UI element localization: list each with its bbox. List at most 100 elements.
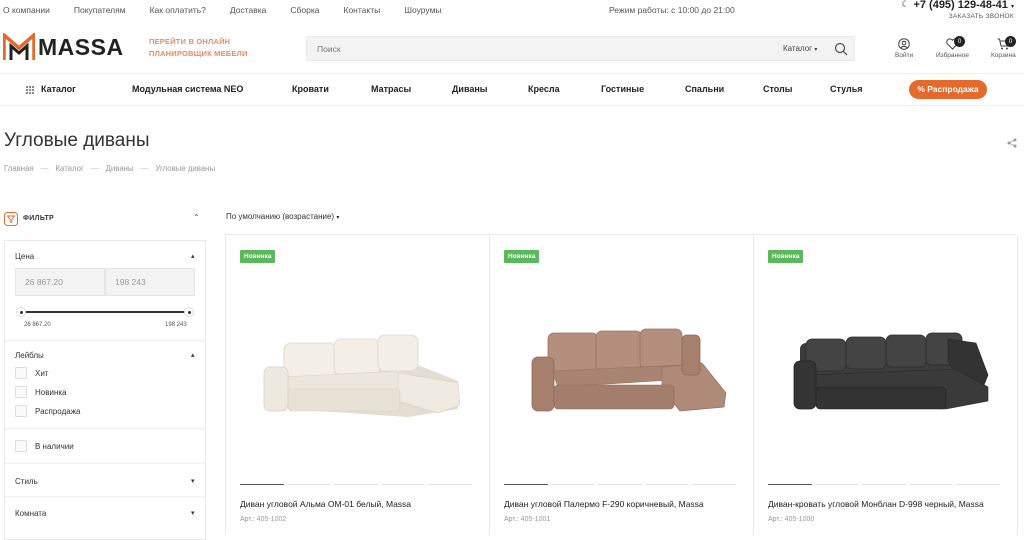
top-link-delivery[interactable]: Доставка <box>230 5 267 15</box>
top-links: О компании Покупателям Как оплатить? Дос… <box>3 5 466 15</box>
filter-label-sale[interactable]: Распродажа <box>15 405 81 417</box>
product-card[interactable]: Новинка Диван-кровать угловой Монблан D-… <box>754 235 1018 535</box>
breadcrumb-separator: — <box>90 164 99 173</box>
filter-label-new[interactable]: Новинка <box>15 386 67 398</box>
product-image[interactable] <box>248 305 468 435</box>
phone-block: ☾ +7 (495) 129-48-41 ▾ ЗАКАЗАТЬ ЗВОНОК <box>901 0 1014 20</box>
checkbox[interactable] <box>15 386 27 398</box>
chevron-up-icon[interactable]: ⌃ <box>193 213 200 222</box>
breadcrumb-catalog[interactable]: Каталог <box>55 164 83 173</box>
login-button[interactable]: Войти <box>895 38 913 59</box>
price-max-input[interactable]: 198 243 <box>105 268 195 296</box>
checkbox[interactable] <box>15 367 27 379</box>
cart-count-badge: 0 <box>1005 36 1016 47</box>
product-card[interactable]: Новинка Диван угловой Альма ОМ-01 белый,… <box>226 235 490 535</box>
nav-item-chairs[interactable]: Стулья <box>830 84 863 94</box>
product-image[interactable] <box>776 305 996 435</box>
planner-promo-link[interactable]: ПЕРЕЙТИ В ОНЛАЙН ПЛАНИРОВЩИК МЕБЕЛИ <box>149 36 248 60</box>
moon-icon[interactable]: ☾ <box>901 0 909 10</box>
search-scope-select[interactable]: Каталог ▾ <box>783 44 817 53</box>
top-link-about[interactable]: О компании <box>3 5 50 15</box>
breadcrumb-separator: — <box>40 164 49 173</box>
login-label: Войти <box>895 52 914 59</box>
logo[interactable]: MASSA <box>3 33 124 61</box>
filter-price-title[interactable]: Цена <box>15 252 34 261</box>
top-link-assembly[interactable]: Сборка <box>290 5 319 15</box>
nav-item-bedrooms[interactable]: Спальни <box>685 84 724 94</box>
price-min-input[interactable]: 26 867.20 <box>15 268 105 296</box>
filter-labels-title[interactable]: Лейблы <box>15 351 44 360</box>
logo-mark-icon <box>3 33 35 60</box>
filter-panel: Цена ▴ 26 867.20 198 243 26 867.20 198 2… <box>4 240 206 540</box>
filter-style-section[interactable]: Стиль ▾ <box>5 464 205 497</box>
breadcrumb-sofas[interactable]: Диваны <box>106 164 134 173</box>
nav-item-armchairs[interactable]: Кресла <box>528 84 560 94</box>
share-icon[interactable] <box>1007 138 1017 148</box>
nav-item-neo[interactable]: Модульная система NEO <box>132 84 243 94</box>
image-pager[interactable] <box>504 484 739 485</box>
search-input[interactable] <box>307 37 747 60</box>
badge-new: Новинка <box>504 250 540 263</box>
favorites-button[interactable]: Избранное 0 <box>936 36 969 59</box>
search-bar: Каталог ▾ <box>306 36 855 61</box>
image-pager[interactable] <box>768 484 1003 485</box>
nav-item-living-rooms[interactable]: Гостиные <box>601 84 644 94</box>
top-link-showrooms[interactable]: Шоурумы <box>404 5 441 15</box>
caret-down-icon: ▾ <box>191 478 195 485</box>
filter-price-section: Цена ▴ 26 867.20 198 243 26 867.20 198 2… <box>5 241 205 341</box>
product-article: Арт.: 405-1002 <box>240 516 287 523</box>
breadcrumb-current: Угловые диваны <box>155 164 216 173</box>
nav-item-tables[interactable]: Столы <box>763 84 792 94</box>
price-slider-max-handle[interactable] <box>184 307 194 317</box>
filter-in-stock[interactable]: В наличии <box>15 440 74 452</box>
phone-number[interactable]: +7 (495) 129-48-41 ▾ <box>913 0 1014 11</box>
filter-in-stock-section: В наличии <box>5 429 205 464</box>
header: MASSA ПЕРЕЙТИ В ОНЛАЙН ПЛАНИРОВЩИК МЕБЕЛ… <box>0 28 1024 72</box>
range-max-label: 198 243 <box>165 322 187 328</box>
sale-button[interactable]: % Распродажа <box>909 80 987 99</box>
badge-new: Новинка <box>768 250 804 263</box>
filter-labels-section: Лейблы ▴ Хит Новинка Распродажа <box>5 341 205 429</box>
price-slider-min-handle[interactable] <box>16 307 26 317</box>
nav-item-mattresses[interactable]: Матрасы <box>371 84 411 94</box>
checkbox[interactable] <box>15 440 27 452</box>
product-name[interactable]: Диван угловой Палермо F-290 коричневый, … <box>504 499 704 509</box>
main-nav: Каталог Модульная система NEO Кровати Ма… <box>0 73 1024 106</box>
search-icon[interactable] <box>834 42 848 56</box>
logo-text: MASSA <box>38 33 124 60</box>
product-card[interactable]: Новинка Диван угловой Палермо F-290 кори… <box>490 235 754 535</box>
filter-label-hit[interactable]: Хит <box>15 367 48 379</box>
callback-link[interactable]: ЗАКАЗАТЬ ЗВОНОК <box>913 13 1014 20</box>
caret-up-icon[interactable]: ▴ <box>191 351 195 359</box>
product-image[interactable] <box>512 305 732 435</box>
filter-room-section[interactable]: Комната ▾ <box>5 497 205 530</box>
product-name[interactable]: Диван угловой Альма ОМ-01 белый, Massa <box>240 499 411 509</box>
nav-item-beds[interactable]: Кровати <box>292 84 329 94</box>
breadcrumb-home[interactable]: Главная <box>4 164 34 173</box>
nav-catalog[interactable]: Каталог <box>41 84 76 94</box>
filter-icon <box>4 212 18 226</box>
product-article: Арт.: 405-1000 <box>768 516 815 523</box>
filter-header[interactable]: ФИЛЬТР ⌃ <box>4 210 206 228</box>
top-link-contacts[interactable]: Контакты <box>344 5 381 15</box>
caret-up-icon[interactable]: ▴ <box>191 252 195 260</box>
price-slider-track[interactable] <box>21 311 190 313</box>
caret-down-icon: ▾ <box>336 215 340 221</box>
working-hours: Режим работы: с 10:00 до 21:00 <box>609 5 735 15</box>
nav-item-sofas[interactable]: Диваны <box>452 84 488 94</box>
top-link-customers[interactable]: Покупателям <box>74 5 126 15</box>
product-article: Арт.: 405-1001 <box>504 516 551 523</box>
image-pager[interactable] <box>240 484 475 485</box>
page-title: Угловые диваны <box>4 130 150 151</box>
product-grid: Новинка Диван угловой Альма ОМ-01 белый,… <box>225 234 1018 535</box>
user-icon <box>898 38 910 50</box>
promo-line-1: ПЕРЕЙТИ В ОНЛАЙН <box>149 37 231 46</box>
cart-button[interactable]: Корзина 0 <box>991 36 1016 59</box>
checkbox[interactable] <box>15 405 27 417</box>
filter-title: ФИЛЬТР <box>23 215 54 222</box>
sort-select[interactable]: По умолчанию (возрастание) ▾ <box>226 212 339 221</box>
grid-icon <box>26 86 34 94</box>
top-link-payment[interactable]: Как оплатить? <box>150 5 206 15</box>
product-name[interactable]: Диван-кровать угловой Монблан D-998 черн… <box>768 499 984 509</box>
chevron-down-icon: ▾ <box>814 47 818 53</box>
